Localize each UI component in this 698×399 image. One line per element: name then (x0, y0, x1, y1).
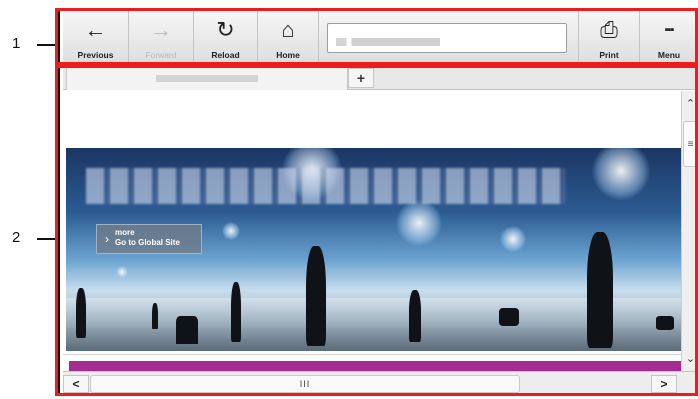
light-orb (396, 200, 442, 246)
silhouette-figure (306, 246, 326, 346)
print-label: Print (599, 50, 619, 60)
menu-icon: ▪▪▪ (664, 23, 675, 36)
arrow-left-icon: ← (84, 17, 107, 42)
light-orb (500, 226, 526, 252)
callout-leader-2 (37, 238, 59, 240)
silhouette-figure (587, 232, 613, 348)
content-divider (63, 354, 681, 355)
address-url-blurred (336, 38, 440, 46)
light-orb (592, 148, 650, 200)
arrow-right-icon: → (150, 17, 172, 42)
horizontal-scrollbar[interactable]: < III > (63, 371, 698, 395)
reload-icon: ↻ (216, 17, 235, 42)
horizontal-scroll-thumb[interactable]: III (90, 375, 520, 393)
global-site-button[interactable]: › more Go to Global Site (96, 224, 202, 254)
menu-button[interactable]: ▪▪▪ Menu (640, 9, 698, 64)
silhouette-figure (656, 316, 674, 330)
vertical-scroll-thumb[interactable]: ≡ (683, 121, 698, 167)
silhouette-figure (409, 290, 421, 342)
forward-button[interactable]: → Forward (129, 9, 194, 64)
tab-current[interactable] (66, 66, 348, 90)
browser-toolbar: ← Previous → Forward ↻ Reload ⌂ Home ⎙ P… (63, 9, 698, 64)
previous-label: Previous (77, 50, 114, 60)
light-orb (116, 266, 128, 278)
silhouette-figure (499, 308, 519, 326)
reload-button[interactable]: ↻ Reload (194, 9, 258, 64)
previous-button[interactable]: ← Previous (63, 9, 129, 64)
callout-leader-1 (37, 44, 59, 46)
scroll-down-button[interactable]: ⌄ (682, 349, 698, 367)
tab-title-blurred (156, 75, 258, 82)
home-button[interactable]: ⌂ Home (258, 9, 319, 64)
global-site-text: more Go to Global Site (115, 228, 180, 253)
print-icon: ⎙ (600, 17, 618, 42)
silhouette-figure (152, 303, 158, 329)
home-icon: ⌂ (281, 17, 295, 42)
reload-label: Reload (211, 50, 240, 60)
callout-bracket (57, 9, 60, 395)
silhouette-figure (231, 282, 241, 342)
more-label: more (115, 228, 135, 237)
address-bar[interactable] (327, 23, 567, 53)
accent-bar (69, 361, 681, 371)
silhouette-figure (76, 288, 86, 338)
new-tab-button[interactable]: + (348, 68, 374, 88)
scroll-left-button[interactable]: < (63, 375, 89, 393)
forward-label: Forward (145, 50, 177, 60)
browser-screen: ← Previous → Forward ↻ Reload ⌂ Home ⎙ P… (63, 9, 698, 395)
callout-number-2: 2 (12, 229, 21, 246)
vertical-scrollbar[interactable]: ⌃ ≡ ⌄ (681, 91, 698, 371)
web-content[interactable]: › more Go to Global Site (63, 91, 681, 371)
tab-bar: + (63, 64, 698, 90)
chevron-right-icon: › (105, 232, 109, 246)
home-label: Home (276, 50, 300, 60)
light-orb (222, 222, 240, 240)
callout-number-1: 1 (12, 35, 21, 52)
global-site-label: Go to Global Site (115, 238, 180, 247)
hero-banner: › more Go to Global Site (66, 148, 681, 351)
print-button[interactable]: ⎙ Print (578, 9, 640, 64)
scroll-right-button[interactable]: > (651, 375, 677, 393)
scroll-up-button[interactable]: ⌃ (682, 94, 698, 112)
silhouette-deer (176, 316, 198, 344)
hero-headline-blurred (86, 168, 566, 204)
menu-label: Menu (657, 50, 681, 60)
